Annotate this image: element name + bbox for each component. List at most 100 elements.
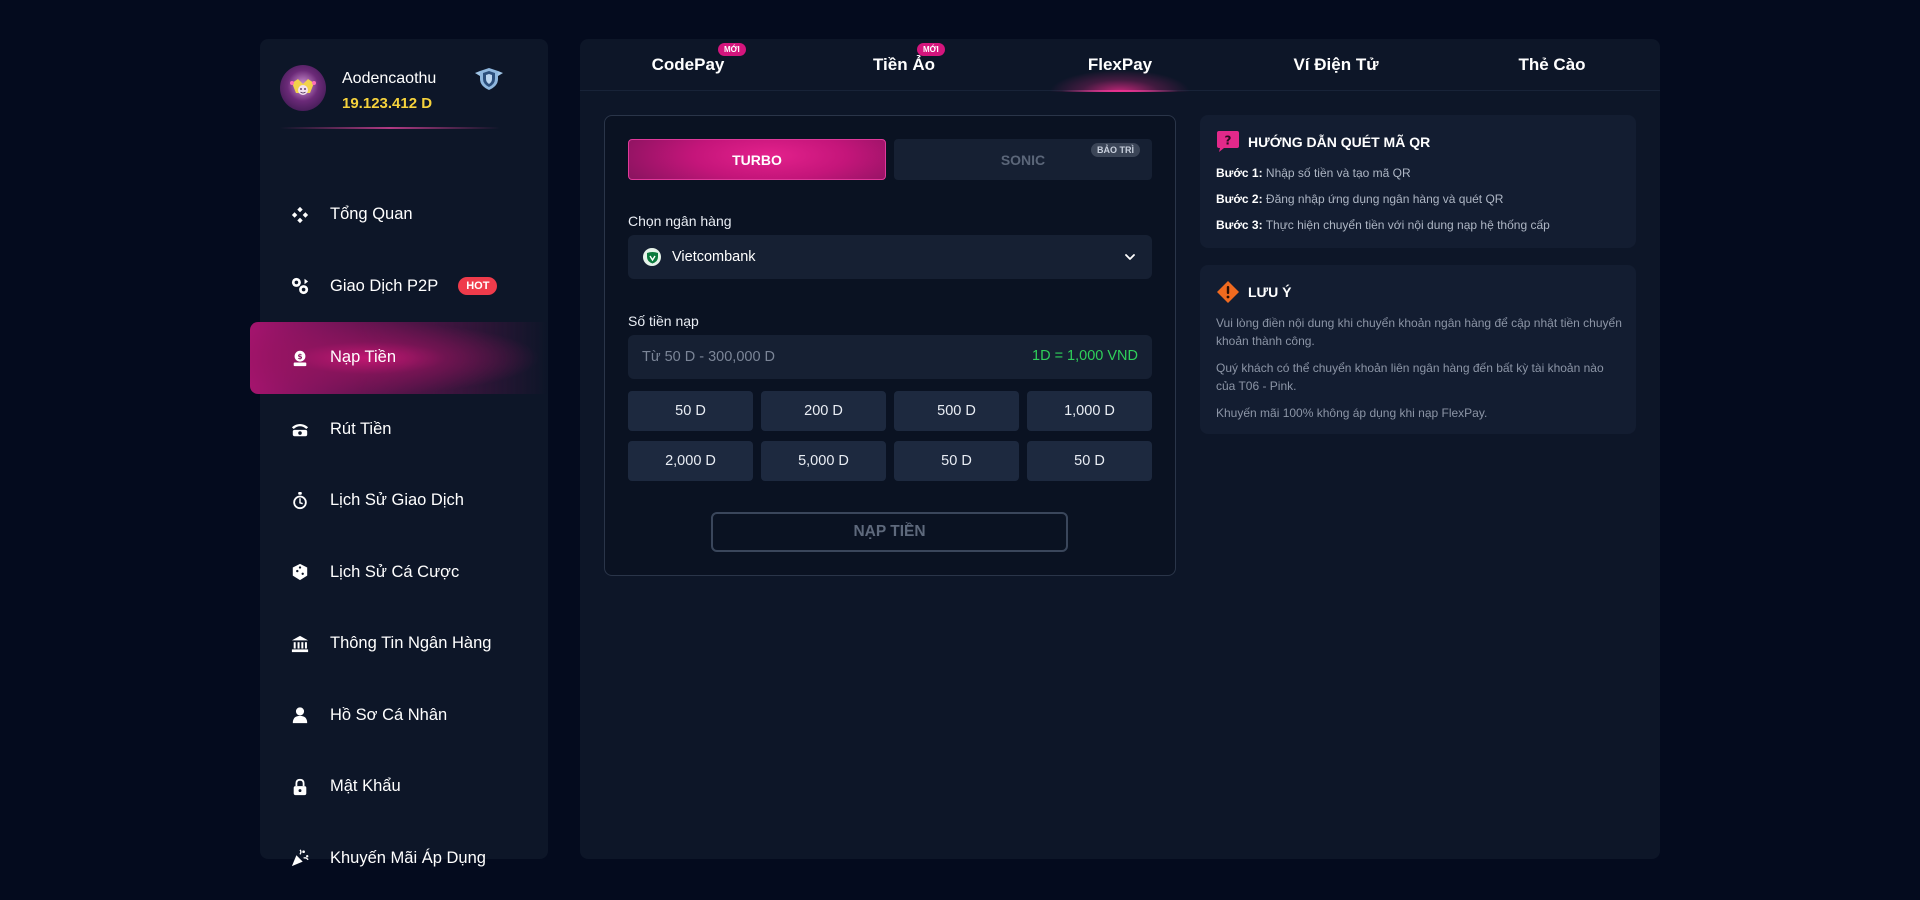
sidebar-item-label: Nạp Tiền <box>330 348 397 367</box>
sidebar-nav: Tổng Quan Giao Dịch P2P HOT $ Nạp Tiền R… <box>260 179 548 894</box>
question-icon: ? <box>1217 131 1239 152</box>
note-title: LƯU Ý <box>1248 284 1292 300</box>
sidebar-item-label: Lịch Sử Giao Dịch <box>330 491 464 510</box>
tab-codepay[interactable]: CodePay MỚI <box>580 39 796 91</box>
sidebar-item-label: Mật Khẩu <box>330 777 401 796</box>
guide-step: Bước 3: Thực hiện chuyển tiền với nội du… <box>1216 218 1550 232</box>
sidebar-item-label: Giao Dịch P2P <box>330 276 439 295</box>
sidebar-item-label: Rút Tiền <box>330 419 392 438</box>
bank-label: Chọn ngân hàng <box>628 213 732 229</box>
tab-label: Thẻ Cào <box>1518 55 1586 74</box>
coins-exchange-icon <box>290 276 310 296</box>
deposit-submit-button[interactable]: NẠP TIỀN <box>711 512 1068 552</box>
svg-text:$: $ <box>297 352 302 361</box>
warning-icon <box>1217 281 1239 303</box>
channel-selector: TURBO SONIC BẢO TRÌ <box>628 139 1152 180</box>
sonic-label: SONIC <box>1000 151 1046 168</box>
username: Aodencaothu <box>342 70 437 87</box>
amount-chip[interactable]: 2,000 D <box>628 441 753 481</box>
tab-e-wallet[interactable]: Ví Điện Tử <box>1228 39 1444 91</box>
payment-tabs: CodePay MỚI Tiền Ảo MỚI FlexPay Ví Điện … <box>580 39 1660 92</box>
step-label: Bước 1: <box>1216 166 1263 180</box>
jester-icon <box>290 79 316 95</box>
main-panel: CodePay MỚI Tiền Ảo MỚI FlexPay Ví Điện … <box>580 39 1660 859</box>
bank-selected: Vietcombank <box>672 249 756 265</box>
sidebar: Aodencaothu 19.123.412 D Tổng Quan Giao … <box>260 39 548 867</box>
withdraw-icon <box>290 419 310 439</box>
sidebar-item-p2p[interactable]: Giao Dịch P2P HOT <box>260 251 548 323</box>
amount-chip[interactable]: 5,000 D <box>761 441 886 481</box>
amount-chip[interactable]: 50 D <box>628 391 753 431</box>
stopwatch-icon <box>290 491 310 511</box>
step-label: Bước 3: <box>1216 218 1263 232</box>
sidebar-item-password[interactable]: Mật Khẩu <box>260 751 548 823</box>
lock-icon <box>290 777 310 797</box>
deposit-icon: $ <box>290 348 310 368</box>
sidebar-item-promotions[interactable]: Khuyến Mãi Áp Dụng <box>260 823 548 895</box>
tab-scratch-card[interactable]: Thẻ Cào <box>1444 39 1660 91</box>
shield-badge-icon <box>475 68 503 90</box>
step-text: Thực hiện chuyển tiền với nội dung nạp h… <box>1262 218 1550 232</box>
dice-icon <box>290 562 310 582</box>
sidebar-item-transaction-history[interactable]: Lịch Sử Giao Dịch <box>260 465 548 537</box>
svg-text:?: ? <box>1225 134 1232 148</box>
bank-select[interactable]: Vietcombank <box>628 235 1152 279</box>
amount-chip[interactable]: 200 D <box>761 391 886 431</box>
guide-title: HƯỚNG DẪN QUÉT MÃ QR <box>1248 134 1431 150</box>
vietcombank-logo-icon <box>643 248 661 266</box>
note-paragraph: Quý khách có thể chuyển khoản liên ngân … <box>1216 361 1604 393</box>
chevron-down-icon <box>1125 254 1135 260</box>
deposit-form: TURBO SONIC BẢO TRÌ Chọn ngân hàng Vietc… <box>604 115 1176 576</box>
tab-crypto[interactable]: Tiền Ảo MỚI <box>796 39 1012 91</box>
note-card: LƯU Ý Vui lòng điền nội dung khi chuyển … <box>1200 265 1636 434</box>
sidebar-item-bet-history[interactable]: Lịch Sử Cá Cược <box>260 537 548 609</box>
sonic-button[interactable]: SONIC BẢO TRÌ <box>894 139 1152 180</box>
sidebar-item-label: Thông Tin Ngân Hàng <box>330 634 492 653</box>
turbo-button[interactable]: TURBO <box>628 139 886 180</box>
sidebar-item-label: Lịch Sử Cá Cược <box>330 562 460 581</box>
exchange-rate: 1D = 1,000 VND <box>1032 348 1138 364</box>
sidebar-item-label: Tổng Quan <box>330 205 413 224</box>
sidebar-item-label: Hồ Sơ Cá Nhân <box>330 705 448 724</box>
sidebar-item-deposit[interactable]: $ Nạp Tiền <box>250 322 548 394</box>
maintenance-badge: BẢO TRÌ <box>1091 143 1140 157</box>
amount-label: Số tiền nạp <box>628 313 699 329</box>
step-label: Bước 2: <box>1216 192 1263 206</box>
tab-label: Tiền Ảo <box>872 55 936 74</box>
balance: 19.123.412 D <box>342 95 433 112</box>
note-paragraph: Vui lòng điền nội dung khi chuyển khoản … <box>1216 316 1622 348</box>
sidebar-item-profile[interactable]: Hồ Sơ Cá Nhân <box>260 680 548 752</box>
sidebar-item-bank-info[interactable]: Thông Tin Ngân Hàng <box>260 608 548 680</box>
guide-step: Bước 1: Nhập số tiền và tạo mã QR <box>1216 166 1411 180</box>
profile-divider <box>280 127 500 129</box>
confetti-icon <box>290 848 310 868</box>
user-profile: Aodencaothu 19.123.412 D <box>280 65 530 135</box>
tab-label: Ví Điện Tử <box>1293 55 1379 74</box>
hot-badge: HOT <box>458 277 498 296</box>
guide-header: ? HƯỚNG DẪN QUÉT MÃ QR <box>1216 131 1430 153</box>
amount-chip[interactable]: 1,000 D <box>1027 391 1152 431</box>
amount-chip[interactable]: 50 D <box>894 441 1019 481</box>
sidebar-item-overview[interactable]: Tổng Quan <box>260 179 548 251</box>
step-text: Nhập số tiền và tạo mã QR <box>1262 166 1411 180</box>
new-badge: MỚI <box>917 43 945 56</box>
new-badge: MỚI <box>718 43 746 56</box>
tab-flexpay[interactable]: FlexPay <box>1012 39 1228 92</box>
amount-input[interactable] <box>628 335 1008 379</box>
amount-chip[interactable]: 50 D <box>1027 441 1152 481</box>
qr-guide-card: ? HƯỚNG DẪN QUÉT MÃ QR Bước 1: Nhập số t… <box>1200 115 1636 248</box>
user-icon <box>290 705 310 725</box>
step-text: Đăng nhập ứng dụng ngân hàng và quét QR <box>1262 192 1504 206</box>
sidebar-item-withdraw[interactable]: Rút Tiền <box>260 394 548 466</box>
diamonds-icon <box>290 205 310 225</box>
avatar[interactable] <box>280 65 326 111</box>
tab-label: CodePay <box>651 55 725 74</box>
amount-chip[interactable]: 500 D <box>894 391 1019 431</box>
tab-label: FlexPay <box>1087 55 1153 74</box>
bank-icon <box>290 634 310 654</box>
note-header: LƯU Ý <box>1216 281 1292 303</box>
note-paragraph: Khuyến mãi 100% không áp dụng khi nạp Fl… <box>1216 406 1488 420</box>
guide-step: Bước 2: Đăng nhập ứng dụng ngân hàng và … <box>1216 192 1503 206</box>
sidebar-item-label: Khuyến Mãi Áp Dụng <box>330 848 486 867</box>
amount-field: 1D = 1,000 VND <box>628 335 1152 379</box>
